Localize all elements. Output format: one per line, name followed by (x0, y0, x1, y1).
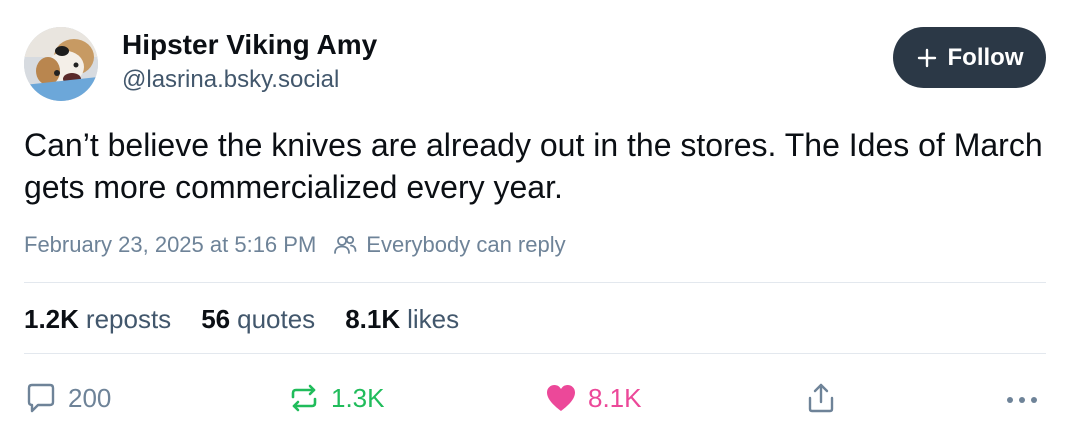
divider (24, 353, 1046, 354)
post-timestamp[interactable]: February 23, 2025 at 5:16 PM (24, 230, 316, 260)
action-bar: 200 1.3K 8.1K (24, 376, 1046, 420)
author-display-name[interactable]: Hipster Viking Amy (122, 28, 377, 62)
avatar[interactable] (24, 27, 98, 101)
divider (24, 282, 1046, 283)
stat-count: 8.1K (345, 304, 401, 334)
author-info: Hipster Viking Amy @lasrina.bsky.social (122, 28, 377, 96)
share-icon (808, 383, 834, 413)
reply-count: 200 (68, 382, 112, 413)
more-options-button[interactable] (1002, 376, 1042, 420)
post-text: Can’t believe the knives are already out… (24, 127, 1043, 205)
post-meta: February 23, 2025 at 5:16 PM Everybody c… (24, 230, 566, 260)
stat-count: 1.2K (24, 304, 79, 334)
stat-likes[interactable]: 8.1K likes (345, 302, 459, 336)
repost-button[interactable]: 1.3K (287, 376, 385, 420)
plus-icon (917, 48, 936, 67)
author-handle[interactable]: @lasrina.bsky.social (122, 64, 377, 96)
ellipsis-icon (1007, 397, 1037, 403)
share-button[interactable] (804, 376, 838, 420)
heart-icon (547, 385, 575, 411)
reply-button[interactable]: 200 (24, 376, 111, 420)
people-icon (334, 235, 357, 254)
like-button[interactable]: 8.1K (544, 376, 642, 420)
reply-setting-label: Everybody can reply (366, 232, 566, 257)
follow-button-label: Follow (947, 43, 1024, 71)
stat-label: quotes (237, 304, 316, 334)
post-card: Hipster Viking Amy @lasrina.bsky.social … (0, 0, 1074, 440)
stat-quotes[interactable]: 56 quotes (201, 302, 315, 336)
repost-icon (291, 384, 317, 412)
follow-button[interactable]: Follow (893, 27, 1046, 88)
stat-count: 56 (201, 304, 231, 334)
like-count: 8.1K (588, 382, 642, 413)
post-stats: 1.2K reposts 56 quotes 8.1K likes (24, 302, 459, 336)
stat-label: likes (407, 304, 460, 334)
reply-setting[interactable]: Everybody can reply (332, 230, 566, 260)
stat-reposts[interactable]: 1.2K reposts (24, 302, 171, 336)
dog-avatar-icon (24, 27, 98, 101)
stat-label: reposts (85, 304, 172, 334)
comment-icon (27, 383, 55, 413)
repost-count: 1.3K (331, 382, 385, 413)
